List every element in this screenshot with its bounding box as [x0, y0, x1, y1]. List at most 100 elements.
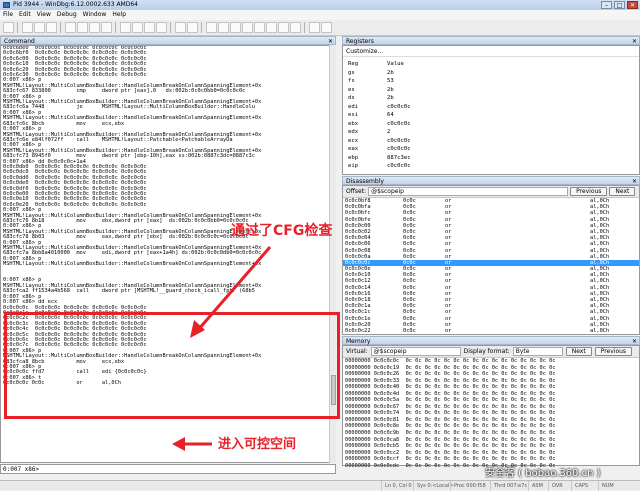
- register-row[interactable]: esi 64: [343, 111, 415, 120]
- toolbar-separator: [170, 22, 172, 33]
- register-row[interactable]: eax c0c0c0c: [343, 145, 415, 154]
- step-out-icon[interactable]: [144, 22, 155, 33]
- memory-window-icon[interactable]: [254, 22, 265, 33]
- maximize-button[interactable]: □: [614, 1, 625, 9]
- memory-rows: 00000000 0c0c0c0c 0c 0c 0c 0c 0c 0c 0c 0…: [343, 358, 639, 469]
- step-over-icon[interactable]: [132, 22, 143, 33]
- next-button[interactable]: Next: [609, 187, 636, 196]
- register-row[interactable]: ebp 887c3ec: [343, 154, 415, 163]
- memory-pane-header: Memory ✕: [342, 336, 640, 345]
- menu-help[interactable]: Help: [112, 10, 126, 20]
- locals-window-icon[interactable]: [230, 22, 241, 33]
- command-pane-title: Command: [4, 38, 35, 45]
- scratch-pad-icon[interactable]: [290, 22, 301, 33]
- register-name: ds: [348, 95, 355, 101]
- register-value: 2b: [387, 95, 394, 101]
- register-name: fs: [348, 78, 355, 84]
- register-row[interactable]: fs 53: [343, 77, 415, 86]
- register-row[interactable]: edi c0c0c0c: [343, 103, 415, 112]
- reg-header: Reg: [348, 61, 359, 67]
- register-value: c0c0c0c: [387, 146, 411, 152]
- restart-icon[interactable]: [77, 22, 88, 33]
- command-window-icon[interactable]: [206, 22, 217, 33]
- disasm-bytes: 0c0c: [403, 327, 416, 334]
- disassembly-pane: Offset: @$scopeip Previous Next 0c0c0bf8…: [342, 185, 640, 335]
- memory-previous-button[interactable]: Previous: [594, 347, 633, 356]
- minimize-button[interactable]: –: [601, 1, 612, 9]
- register-name: eip: [348, 163, 359, 169]
- register-value: c0c0c0c: [387, 163, 411, 169]
- memory-pane: Virtual: @$scopeip Display format: Byte …: [342, 345, 640, 469]
- offset-label: Offset:: [346, 188, 367, 195]
- register-value: 2b: [387, 69, 394, 76]
- menu-bar: File Edit View Debug Window Help: [0, 10, 640, 20]
- font-icon[interactable]: [309, 22, 320, 33]
- command-output-lines: 0c0c6be0 0c0c0c0c 0c0c0c0c 0c0c0c0c 0c0c…: [1, 46, 335, 392]
- register-row[interactable]: gs 2b: [343, 69, 415, 78]
- register-value: 2: [387, 129, 391, 135]
- go-icon[interactable]: [65, 22, 76, 33]
- command-scroll-thumb[interactable]: [331, 375, 336, 405]
- step-into-icon[interactable]: [120, 22, 131, 33]
- toolbar-separator: [304, 22, 306, 33]
- register-name: ebx: [348, 120, 359, 127]
- registers-window-icon[interactable]: [242, 22, 253, 33]
- register-value: c0c0c0c: [387, 137, 411, 144]
- command-input[interactable]: 0:007 x86>: [0, 464, 336, 474]
- stop-icon[interactable]: [89, 22, 100, 33]
- watch-window-icon[interactable]: [218, 22, 229, 33]
- cut-icon[interactable]: [22, 22, 33, 33]
- register-name: edx: [348, 129, 359, 135]
- menu-edit[interactable]: Edit: [19, 10, 31, 20]
- offset-input[interactable]: @$scopeip: [368, 187, 569, 196]
- call-stack-icon[interactable]: [266, 22, 277, 33]
- display-format-label: Display format:: [463, 348, 510, 355]
- command-line: [3, 387, 335, 392]
- disassembly-row[interactable]: 0c0c0c22 0c0c or al,0Ch: [343, 328, 639, 334]
- register-row[interactable]: eip c0c0c0c: [343, 162, 415, 171]
- memory-pane-title: Memory: [346, 338, 371, 345]
- command-pane-header: Command ✕: [0, 36, 336, 45]
- paste-icon[interactable]: [46, 22, 57, 33]
- copy-icon[interactable]: [34, 22, 45, 33]
- register-row[interactable]: ds 2b: [343, 94, 415, 103]
- windbg-app-icon: [3, 2, 10, 8]
- toolbar-separator: [115, 22, 117, 33]
- toolbar-separator: [201, 22, 203, 33]
- register-name: ebp: [348, 154, 359, 161]
- command-output[interactable]: 0c0c6be0 0c0c0c0c 0c0c0c0c 0c0c0c0c 0c0c…: [0, 45, 336, 463]
- register-row[interactable]: ecx c0c0c0c: [343, 137, 415, 146]
- registers-pane-header: Registers ✕: [342, 36, 640, 45]
- menu-file[interactable]: File: [3, 10, 13, 20]
- customize-button[interactable]: Customize...: [343, 46, 639, 57]
- controllable-annotation: 进入可控空间: [218, 437, 297, 452]
- toolbar-separator: [60, 22, 62, 33]
- window-title: Pid 3944 - WinDbg:6.12.0002.633 AMD64: [13, 1, 138, 8]
- toolbar-separator: [17, 22, 19, 33]
- virtual-address-input[interactable]: @$scopeip: [370, 347, 461, 356]
- breakpoint-icon[interactable]: [175, 22, 186, 33]
- previous-button[interactable]: Previous: [570, 187, 608, 196]
- register-row[interactable]: ebx c0c0c0c: [343, 120, 415, 129]
- register-name: edi: [348, 103, 359, 110]
- register-row[interactable]: es 2b: [343, 86, 415, 95]
- disasm-mnemonic: or: [445, 327, 452, 334]
- close-button[interactable]: ✕: [627, 1, 638, 9]
- source-mode-icon[interactable]: [187, 22, 198, 33]
- menu-debug[interactable]: Debug: [57, 10, 77, 20]
- menu-view[interactable]: View: [37, 10, 51, 20]
- memory-next-button[interactable]: Next: [565, 347, 592, 356]
- command-scrollbar[interactable]: [329, 45, 336, 463]
- run-to-cursor-icon[interactable]: [156, 22, 167, 33]
- value-header: Value: [387, 61, 404, 67]
- register-name: gs: [348, 69, 355, 76]
- disassembly-window-icon[interactable]: [278, 22, 289, 33]
- menu-window[interactable]: Window: [83, 10, 107, 20]
- display-format-select[interactable]: Byte: [512, 347, 563, 356]
- window-controls: – □ ✕: [601, 1, 638, 9]
- watermark: 安全客 ( bobao.360.cn ): [485, 468, 601, 479]
- register-row[interactable]: edx 2: [343, 128, 415, 137]
- break-icon[interactable]: [101, 22, 112, 33]
- options-icon[interactable]: [321, 22, 332, 33]
- open-icon[interactable]: [3, 22, 14, 33]
